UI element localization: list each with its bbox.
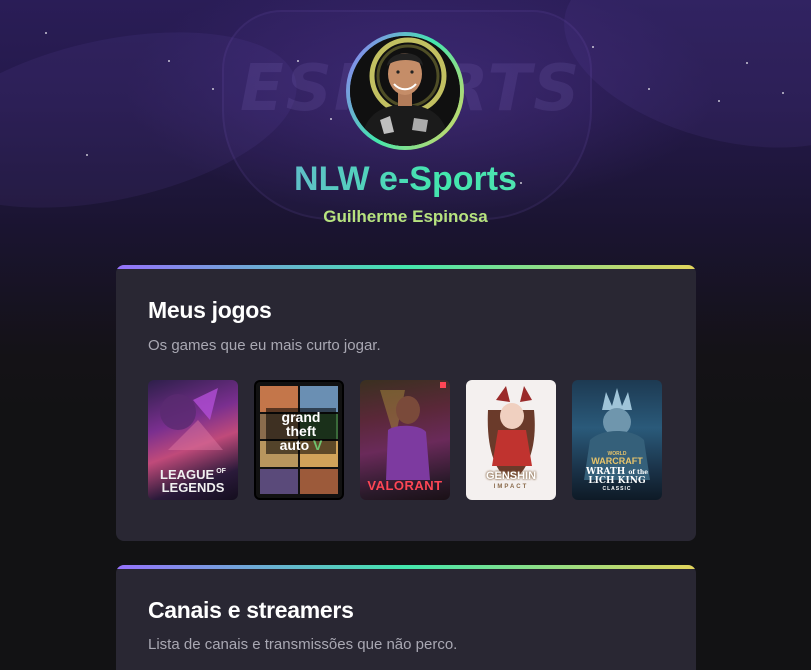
- game-title: grand theft auto V: [266, 408, 336, 454]
- games-card-description: Os games que eu mais curto jogar.: [148, 337, 381, 354]
- channels-card-description: Lista de canais e transmissões que não p…: [148, 636, 458, 653]
- game-art-tile: [260, 468, 298, 494]
- avatar: [350, 36, 460, 146]
- star: [592, 46, 594, 48]
- game-title-line: IMPACT: [493, 484, 529, 490]
- game-title-line: grand: [281, 409, 321, 425]
- star: [212, 88, 214, 90]
- game-title-line: GENSHIN: [485, 470, 537, 482]
- game-title-line: theft: [285, 423, 317, 439]
- star: [746, 62, 748, 64]
- game-art-tile: [300, 468, 338, 494]
- star: [168, 60, 170, 62]
- game-title: LEAGUE OF LEGENDS: [148, 468, 238, 494]
- star: [297, 60, 299, 62]
- game-title: WORLD WARCRAFT WRATH of the LICH KING CL…: [572, 452, 662, 492]
- game-title: VALORANT: [367, 478, 443, 493]
- profile-name: Guilherme Espinosa: [323, 207, 488, 226]
- game-title-line: WARCRAFT: [591, 456, 643, 466]
- game-cover-genshin-impact[interactable]: GENSHIN IMPACT: [466, 380, 556, 500]
- game-title: GENSHIN IMPACT: [466, 470, 556, 491]
- star: [86, 154, 88, 156]
- game-title-line: LEGENDS: [161, 480, 225, 495]
- game-cover-gta-v[interactable]: grand theft auto V: [254, 380, 344, 500]
- game-title-line: LICH KING: [588, 476, 646, 486]
- game-title-line: of the: [628, 469, 649, 476]
- channels-card-title: Canais e streamers: [148, 597, 354, 623]
- game-title-line: CLASSIC: [602, 486, 632, 492]
- games-card: Meus jogos Os games que eu mais curto jo…: [116, 265, 696, 541]
- game-cover-league-of-legends[interactable]: LEAGUE OF LEGENDS: [148, 380, 238, 500]
- games-card-title: Meus jogos: [148, 297, 272, 323]
- game-title-line: auto: [279, 437, 310, 453]
- game-cover-valorant[interactable]: VALORANT: [360, 380, 450, 500]
- star: [718, 100, 720, 102]
- avatar-photo: [350, 36, 460, 146]
- channels-card: Canais e streamers Lista de canais e tra…: [116, 565, 696, 670]
- game-cover-wow-wotlk[interactable]: WORLD WARCRAFT WRATH of the LICH KING CL…: [572, 380, 662, 500]
- games-list: LEAGUE OF LEGENDS grand theft auto V VAL…: [148, 380, 662, 500]
- star: [45, 32, 47, 34]
- game-title-of: OF: [216, 468, 226, 475]
- star: [648, 88, 650, 90]
- star: [782, 92, 784, 94]
- star: [330, 118, 332, 120]
- avatar-ring: [346, 32, 464, 150]
- site-title: NLW e-Sports: [0, 157, 811, 201]
- game-title-mark: V: [313, 437, 323, 453]
- game-title-line: auto V: [266, 438, 336, 452]
